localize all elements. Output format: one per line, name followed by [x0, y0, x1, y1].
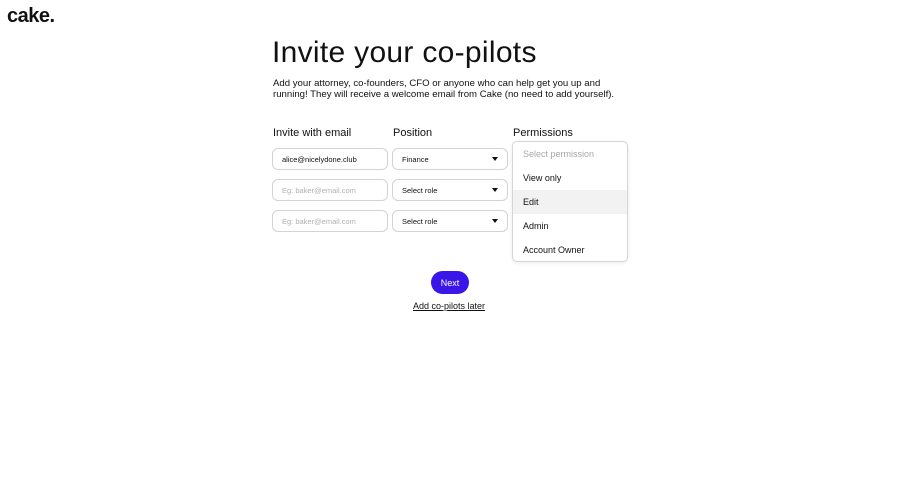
- position-select-3-value: Select role: [402, 216, 438, 226]
- page-title: Invite your co-pilots: [272, 36, 537, 69]
- position-column-header: Position: [393, 127, 433, 139]
- email-field-2[interactable]: [272, 179, 388, 201]
- position-select-3[interactable]: Select role: [392, 210, 508, 232]
- chevron-down-icon: [492, 219, 498, 223]
- email-column-header: Invite with email: [273, 127, 352, 139]
- permissions-dropdown[interactable]: Select permission View only Edit Admin A…: [512, 141, 628, 262]
- email-field-3[interactable]: [272, 210, 388, 232]
- page-subtitle: Add your attorney, co-founders, CFO or a…: [273, 78, 615, 100]
- email-field-1[interactable]: [272, 148, 388, 170]
- add-co-pilots-later-link[interactable]: Add co-pilots later: [413, 301, 485, 311]
- position-select-1[interactable]: Finance: [392, 148, 508, 170]
- next-button[interactable]: Next: [431, 271, 469, 294]
- permissions-column-header: Permissions: [513, 127, 573, 139]
- cake-logo: cake.: [7, 5, 55, 27]
- permission-option-view-only[interactable]: View only: [513, 166, 627, 190]
- position-select-2-value: Select role: [402, 185, 438, 195]
- permission-option-admin[interactable]: Admin: [513, 214, 627, 238]
- chevron-down-icon: [492, 157, 498, 161]
- position-select-1-value: Finance: [402, 154, 429, 164]
- permission-option-edit[interactable]: Edit: [513, 190, 627, 214]
- permission-option-account-owner[interactable]: Account Owner: [513, 238, 627, 261]
- permission-placeholder: Select permission: [523, 149, 595, 159]
- chevron-down-icon: [492, 188, 498, 192]
- position-select-2[interactable]: Select role: [392, 179, 508, 201]
